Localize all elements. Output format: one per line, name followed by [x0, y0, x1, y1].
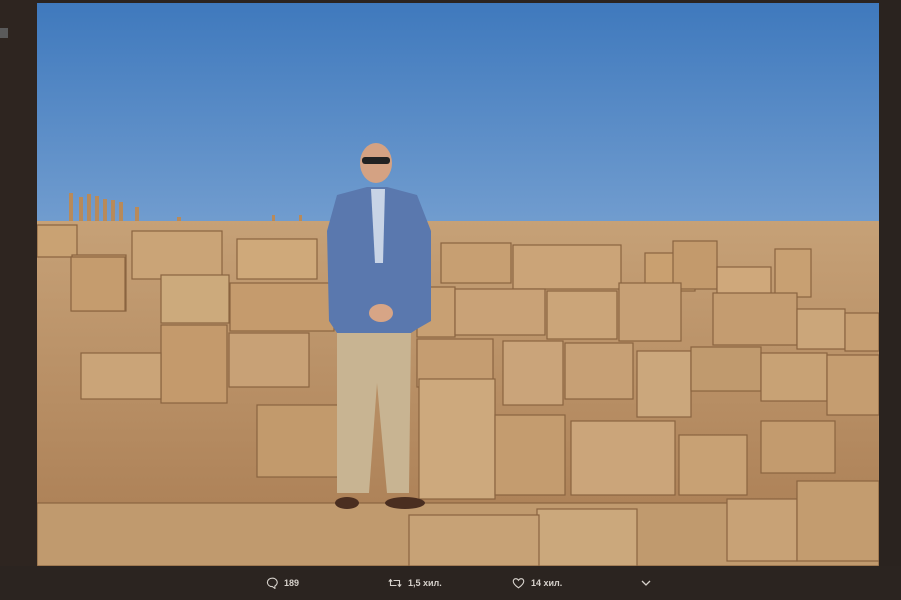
retweet-count: 1,5 хил. — [408, 578, 442, 588]
reply-icon — [266, 577, 278, 589]
left-panel-strip — [0, 0, 37, 566]
chevron-down-icon — [640, 578, 652, 588]
left-edge-marker — [0, 28, 8, 38]
reply-button[interactable]: 189 — [266, 566, 299, 600]
like-button[interactable]: 14 хил. — [512, 566, 562, 600]
heart-icon — [512, 577, 525, 589]
like-count: 14 хил. — [531, 578, 563, 588]
more-options-button[interactable] — [640, 566, 652, 600]
tweet-action-bar: 189 1,5 хил. 14 хил. — [0, 566, 901, 600]
reply-count: 189 — [284, 578, 300, 588]
right-panel-strip — [879, 0, 901, 566]
retweet-button[interactable]: 1,5 хил. — [388, 566, 442, 600]
retweet-icon — [388, 577, 402, 589]
tweet-photo[interactable] — [37, 3, 879, 566]
photo-scene — [37, 3, 879, 566]
